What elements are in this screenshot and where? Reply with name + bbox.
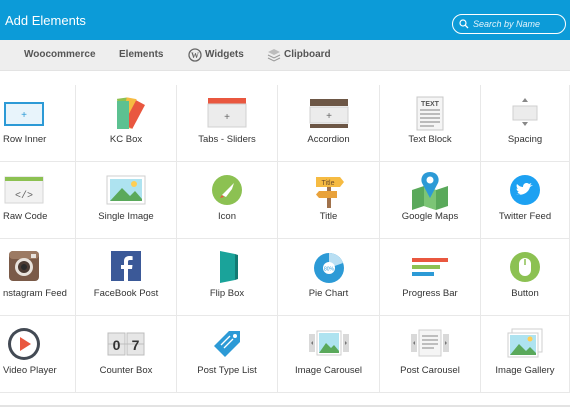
element-label: Flip Box <box>209 288 245 299</box>
element-label: Raw Code <box>3 211 48 222</box>
element-label: Button <box>511 288 539 299</box>
search-box[interactable] <box>452 14 566 34</box>
element-label: Title <box>319 211 338 222</box>
post-carousel-icon <box>408 324 452 364</box>
element-label: Counter Box <box>99 365 153 376</box>
raw-code-icon: </> <box>2 170 46 210</box>
element-label: KC Box <box>109 134 143 145</box>
element-tabs-sliders[interactable]: + Tabs - Sliders <box>177 85 278 162</box>
svg-text:+: + <box>224 112 230 123</box>
instagram-icon <box>2 247 46 287</box>
counter-digit: 7 <box>132 337 140 353</box>
element-counter-box[interactable]: 07 Counter Box <box>76 316 177 393</box>
element-twitter-feed[interactable]: Twitter Feed <box>481 162 570 239</box>
element-label: Tabs - Sliders <box>198 134 256 145</box>
element-post-type-list[interactable]: Post Type List <box>177 316 278 393</box>
element-label: Post Type List <box>197 365 257 376</box>
element-label: Google Maps <box>401 211 459 222</box>
element-instagram-feed[interactable]: nstagram Feed <box>0 239 76 316</box>
elements-grid: + Row Inner KC Box + Tabs - Sliders + Ac… <box>0 85 570 405</box>
element-single-image[interactable]: Single Image <box>76 162 177 239</box>
flip-box-icon <box>205 247 249 287</box>
svg-text:W: W <box>191 51 199 60</box>
element-image-gallery[interactable]: Image Gallery <box>481 316 570 393</box>
tab-label: Woocommerce <box>24 49 96 60</box>
element-spacing[interactable]: Spacing <box>481 85 570 162</box>
search-icon <box>459 19 469 29</box>
element-label: Image Gallery <box>495 365 555 376</box>
tab-woocommerce[interactable]: Woocommerce <box>24 40 96 70</box>
image-carousel-icon <box>307 324 351 364</box>
tab-bar: Woocommerce Elements W Widgets Clipboard <box>0 40 570 71</box>
single-image-icon <box>104 170 148 210</box>
element-google-maps[interactable]: Google Maps <box>380 162 481 239</box>
element-raw-code[interactable]: </> Raw Code <box>0 162 76 239</box>
tab-label: Widgets <box>205 49 244 60</box>
search-input[interactable] <box>473 16 561 32</box>
tab-label: Elements <box>119 49 164 60</box>
element-label: Post Carousel <box>400 365 460 376</box>
counter-digit: 0 <box>113 337 121 353</box>
twitter-icon <box>503 170 547 210</box>
element-title[interactable]: Title Title <box>278 162 380 239</box>
signpost-icon: Title <box>307 170 351 210</box>
element-facebook-post[interactable]: FaceBook Post <box>76 239 177 316</box>
element-icon[interactable]: Icon <box>177 162 278 239</box>
element-label: Twitter Feed <box>498 211 552 222</box>
element-label: Image Carousel <box>294 365 363 376</box>
play-icon <box>2 324 46 364</box>
wordpress-icon: W <box>188 48 202 62</box>
svg-text:+: + <box>21 110 27 121</box>
element-pie-chart[interactable]: 80% Pie Chart <box>278 239 380 316</box>
svg-text:+: + <box>326 111 332 122</box>
tab-label: Clipboard <box>284 49 331 60</box>
pie-percent: 80% <box>323 267 334 273</box>
element-label: Icon <box>218 211 236 222</box>
row-inner-icon: + <box>2 93 46 133</box>
text-block-caption: TEXT <box>421 101 440 108</box>
element-flip-box[interactable]: Flip Box <box>177 239 278 316</box>
element-progress-bar[interactable]: Progress Bar <box>380 239 481 316</box>
header-bar: Add Elements <box>0 0 570 40</box>
element-row-inner[interactable]: + Row Inner <box>0 85 76 162</box>
element-label: Spacing <box>507 134 543 145</box>
element-text-block[interactable]: TEXT Text Block <box>380 85 481 162</box>
element-image-carousel[interactable]: Image Carousel <box>278 316 380 393</box>
element-label: Pie Chart <box>308 288 349 299</box>
panel-title: Add Elements <box>5 13 86 28</box>
text-block-icon: TEXT <box>408 93 452 133</box>
element-kc-box[interactable]: KC Box <box>76 85 177 162</box>
element-label: Progress Bar <box>402 288 458 299</box>
element-video-player[interactable]: Video Player <box>0 316 76 393</box>
element-label: Text Block <box>408 134 452 145</box>
progress-bar-icon <box>408 247 452 287</box>
element-label: Video Player <box>3 365 57 376</box>
element-label: nstagram Feed <box>3 288 67 299</box>
rocket-icon <box>205 170 249 210</box>
layers-icon <box>267 49 281 62</box>
signpost-text: Title <box>321 180 334 187</box>
svg-text:</>: </> <box>15 190 33 202</box>
kc-box-icon <box>104 93 148 133</box>
tabs-sliders-icon: + <box>205 93 249 133</box>
element-label: FaceBook Post <box>93 288 159 299</box>
counter-icon: 07 <box>104 324 148 364</box>
element-label: Accordion <box>307 134 350 145</box>
element-post-carousel[interactable]: Post Carousel <box>380 316 481 393</box>
facebook-icon <box>104 247 148 287</box>
mouse-icon <box>503 247 547 287</box>
image-gallery-icon <box>503 324 547 364</box>
element-label: Row Inner <box>3 134 47 145</box>
spacing-icon <box>503 93 547 133</box>
accordion-icon: + <box>307 93 351 133</box>
element-label: Single Image <box>98 211 154 222</box>
element-accordion[interactable]: + Accordion <box>278 85 380 162</box>
element-button[interactable]: Button <box>481 239 570 316</box>
tab-elements[interactable]: Elements <box>119 40 163 70</box>
map-pin-icon <box>408 170 452 210</box>
tag-icon <box>205 324 249 364</box>
pie-chart-icon: 80% <box>307 247 351 287</box>
